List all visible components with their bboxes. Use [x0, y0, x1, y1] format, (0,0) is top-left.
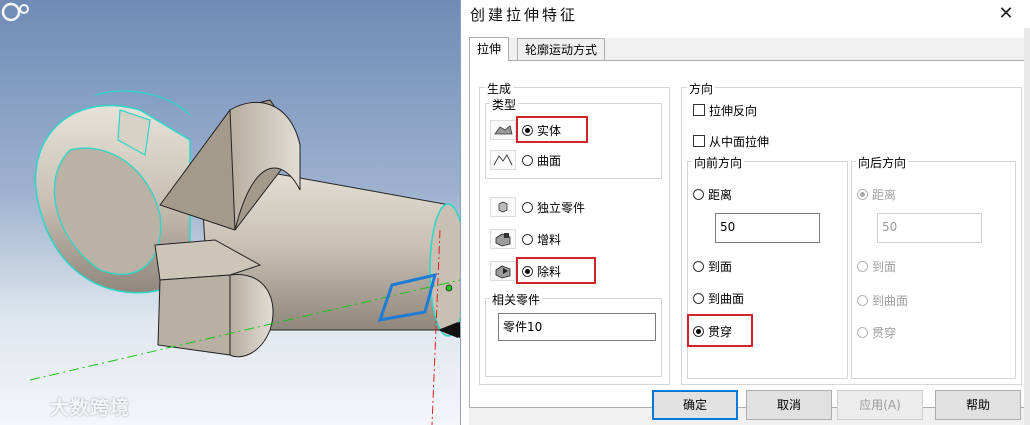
- highlight-box: [516, 257, 596, 284]
- forward-distance-label: 距离: [708, 187, 733, 202]
- forward-to-surface-radio[interactable]: 到曲面: [693, 289, 744, 307]
- backward-to-surface-label: 到曲面: [872, 293, 909, 308]
- backward-through-label: 贯穿: [872, 325, 897, 340]
- op-add-radio[interactable]: 增料: [522, 230, 561, 248]
- independent-part-icon: [490, 197, 516, 217]
- add-material-icon: [490, 229, 516, 249]
- tab-extrude[interactable]: 拉伸: [469, 37, 510, 61]
- surface-icon: [490, 150, 516, 170]
- reverse-label: 拉伸反向: [709, 103, 758, 118]
- midplane-label: 从中面拉伸: [709, 134, 770, 149]
- radio-icon: [693, 260, 704, 272]
- dialog-titlebar[interactable]: 创建拉伸特征 ✕: [461, 0, 1030, 28]
- backward-distance-radio: 距离: [857, 185, 896, 203]
- radio-icon: [522, 233, 533, 245]
- highlight-box: [516, 116, 588, 143]
- backward-to-face-label: 到面: [872, 259, 897, 274]
- type-group-label: 类型: [490, 96, 519, 113]
- type-surface-radio[interactable]: 曲面: [522, 151, 561, 169]
- op-independent-label: 独立零件: [537, 200, 586, 215]
- backward-through-radio: 贯穿: [857, 323, 896, 341]
- remove-material-icon: [490, 261, 516, 281]
- close-icon[interactable]: ✕: [995, 3, 1017, 25]
- extrude-feature-dialog: 创建拉伸特征 ✕ 拉伸 轮廓运动方式 生成 类型 实体 曲面 独立零件 增料 除…: [460, 0, 1030, 425]
- backward-distance-label: 距离: [872, 187, 897, 202]
- ok-button[interactable]: 确定: [652, 390, 738, 420]
- radio-icon: [522, 154, 533, 166]
- radio-icon: [857, 294, 868, 306]
- radio-icon: [522, 201, 533, 213]
- tab-profile-motion[interactable]: 轮廓运动方式: [517, 38, 606, 60]
- backward-to-face-radio: 到面: [857, 257, 896, 275]
- forward-to-face-label: 到面: [708, 259, 733, 274]
- generate-group-label: 生成: [485, 80, 514, 97]
- type-surface-label: 曲面: [537, 153, 562, 168]
- related-part-label: 相关零件: [490, 291, 543, 308]
- checkbox-icon: [693, 104, 705, 116]
- radio-icon: [857, 326, 868, 338]
- radio-icon: [693, 292, 704, 304]
- watermark-text: 大数跨境: [50, 397, 131, 419]
- direction-group-label: 方向: [687, 80, 716, 97]
- cancel-button[interactable]: 取消: [746, 390, 832, 420]
- radio-icon: [693, 188, 704, 200]
- reverse-checkbox[interactable]: 拉伸反向: [693, 101, 757, 119]
- tab-pane-extrude: 生成 类型 实体 曲面 独立零件 增料 除料 相关零件 零件10 方向 拉伸反向…: [469, 60, 1029, 408]
- backward-to-surface-radio: 到曲面: [857, 291, 908, 309]
- checkbox-icon: [693, 135, 705, 147]
- watermark-logo-icon: [1, 2, 29, 22]
- backward-distance-field: 50: [877, 213, 982, 243]
- window-edge-strip: [1024, 28, 1030, 425]
- op-independent-radio[interactable]: 独立零件: [522, 198, 585, 216]
- forward-to-face-radio[interactable]: 到面: [693, 257, 732, 275]
- apply-button[interactable]: 应用(A): [837, 390, 923, 420]
- midplane-checkbox[interactable]: 从中面拉伸: [693, 132, 769, 150]
- dialog-title: 创建拉伸特征: [470, 6, 579, 24]
- highlight-box: [687, 314, 753, 347]
- radio-icon: [857, 260, 868, 272]
- part-model-drawing: [29, 90, 460, 425]
- backward-group-label: 向后方向: [856, 154, 909, 171]
- related-part-field[interactable]: 零件10: [498, 313, 656, 341]
- forward-to-surface-label: 到曲面: [708, 291, 745, 306]
- op-add-label: 增料: [537, 232, 562, 247]
- help-button[interactable]: 帮助: [935, 390, 1021, 420]
- forward-group-label: 向前方向: [692, 154, 745, 171]
- solid-icon: [490, 120, 516, 140]
- dialog-client-area: 拉伸 轮廓运动方式 生成 类型 实体 曲面 独立零件 增料 除料 相关零件 零件…: [469, 37, 1029, 425]
- forward-distance-radio[interactable]: 距离: [693, 185, 732, 203]
- 3d-viewport[interactable]: 大数跨境: [0, 0, 460, 425]
- forward-distance-field[interactable]: 50: [715, 213, 820, 243]
- radio-selected-icon: [857, 188, 868, 200]
